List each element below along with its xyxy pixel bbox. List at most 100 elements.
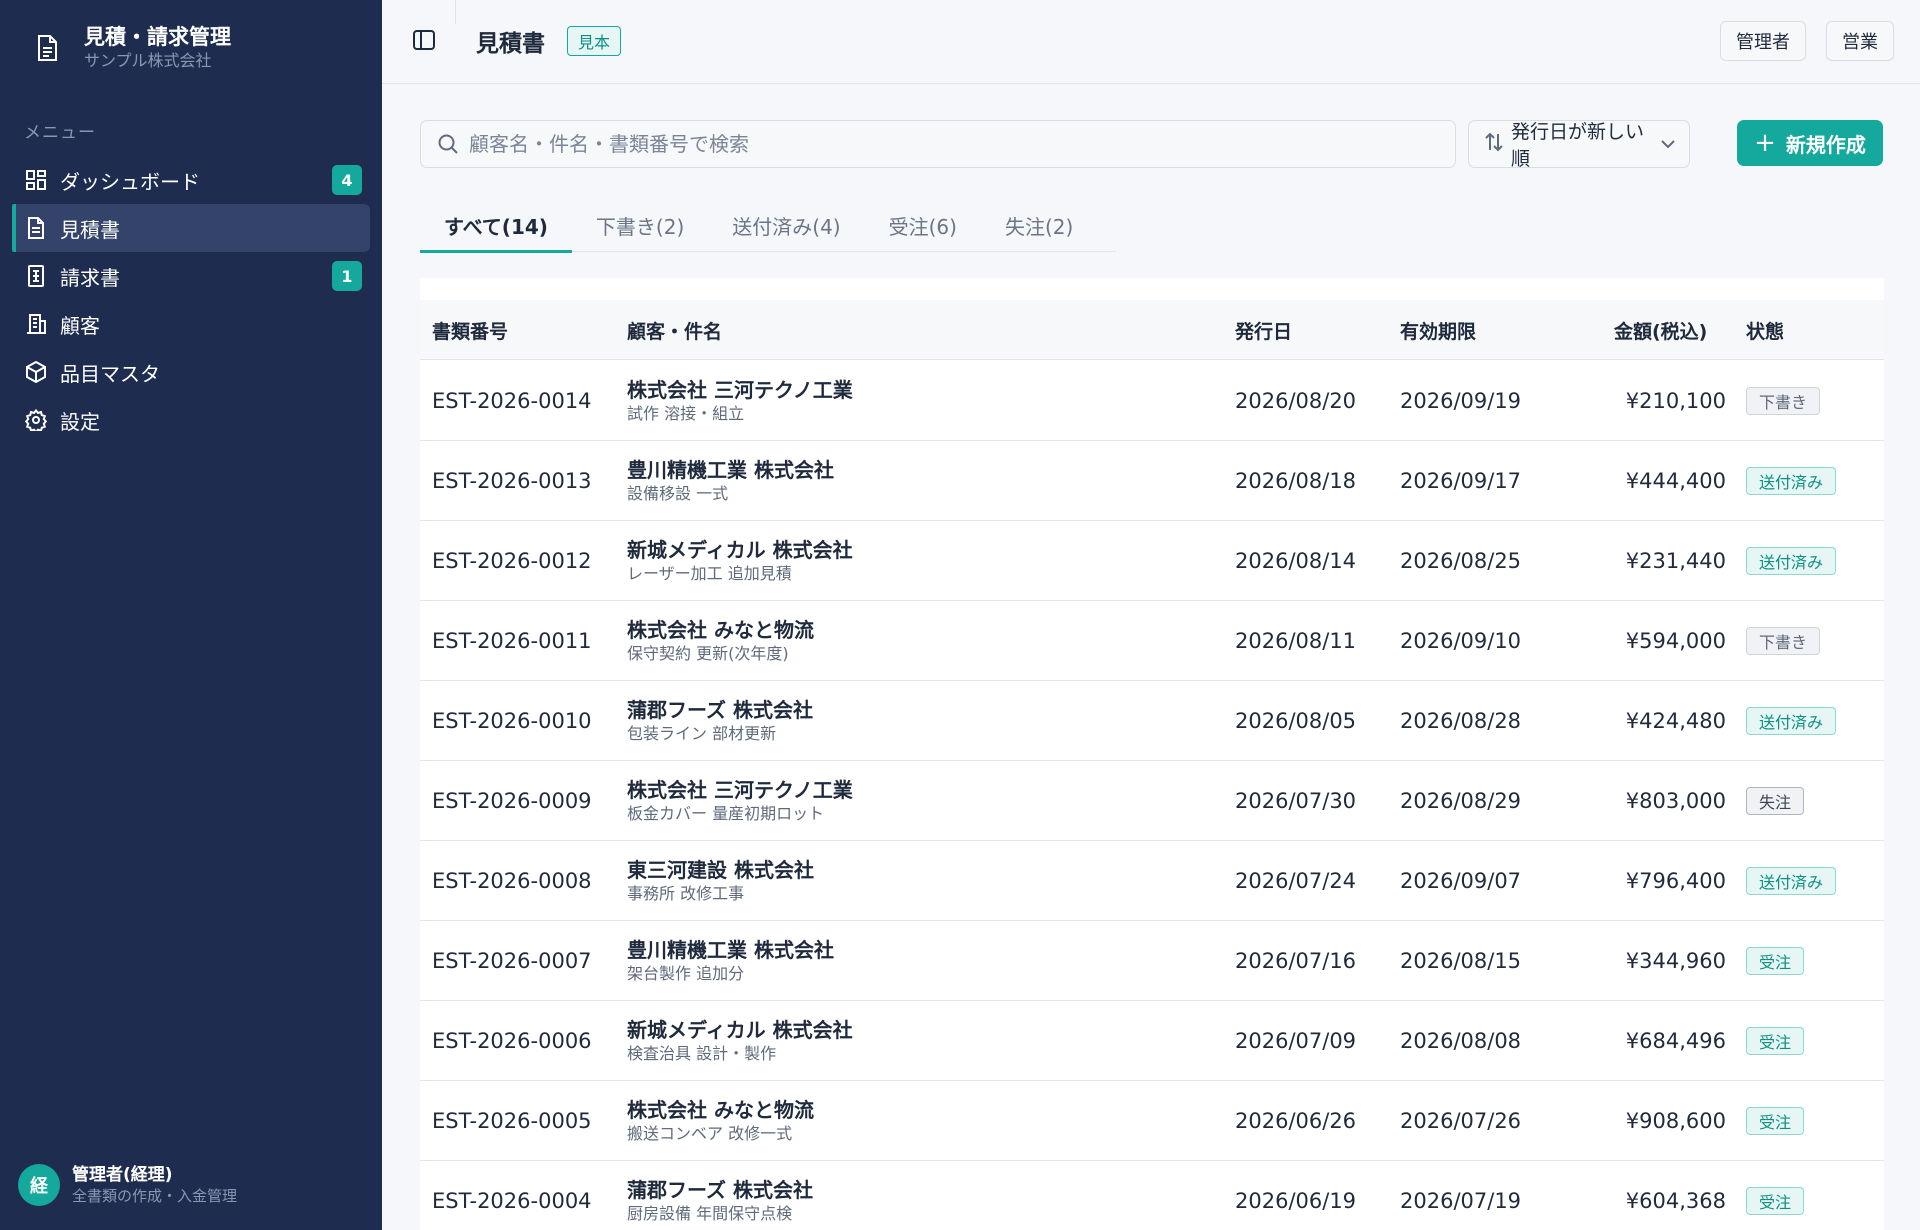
table-row[interactable]: EST-2026-0009 株式会社 三河テクノ工業 板金カバー 量産初期ロット 20… bbox=[420, 761, 1884, 841]
sidebar-item-dashboard[interactable]: ダッシュボード 4 bbox=[12, 156, 370, 204]
role-button-admin[interactable]: 管理者 bbox=[1720, 21, 1806, 61]
company-name: サンプル株式会社 bbox=[84, 51, 212, 70]
amount: ¥210,100 bbox=[1625, 389, 1726, 413]
sidebar-nav: ダッシュボード 4 見積書 請求書 1 顧客 品目マスタ 設定 bbox=[12, 156, 370, 444]
sidebar-item-label: 請求書 bbox=[60, 265, 120, 290]
issue-date: 2026/06/19 bbox=[1235, 1189, 1357, 1213]
search-icon bbox=[437, 133, 459, 155]
sidebar-toggle-button[interactable] bbox=[410, 28, 438, 56]
sample-badge: 見本 bbox=[567, 26, 622, 56]
table-row[interactable]: EST-2026-0004 蒲郡フーズ 株式会社 厨房設備 年間保守点検 2026/0… bbox=[420, 1161, 1884, 1230]
column-header[interactable]: 発行日 bbox=[1235, 300, 1292, 360]
table-row[interactable]: EST-2026-0014 株式会社 三河テクノ工業 試作 溶接・組立 2026/08… bbox=[420, 361, 1884, 441]
sidebar-item-label: 見積書 bbox=[60, 217, 120, 242]
sort-dropdown[interactable]: 発行日が新しい順 bbox=[1468, 120, 1690, 170]
sidebar: 見積・請求管理 サンプル株式会社 メニュー ダッシュボード 4 見積書 請求書 … bbox=[0, 0, 382, 1230]
search-input[interactable] bbox=[469, 132, 1455, 156]
count-badge: 1 bbox=[332, 261, 362, 291]
column-header[interactable]: 状態 bbox=[1746, 300, 1784, 360]
customer-name: 豊川精機工業 株式会社 bbox=[627, 938, 834, 962]
status-cell: 送付済み bbox=[1746, 681, 1837, 761]
status-badge: 下書き bbox=[1746, 627, 1821, 655]
column-header[interactable]: 有効期限 bbox=[1400, 300, 1476, 360]
sidebar-item-estimates[interactable]: 見積書 bbox=[12, 204, 370, 252]
table-row[interactable]: EST-2026-0011 株式会社 みなと物流 保守契約 更新(次年度) 2026/… bbox=[420, 601, 1884, 681]
dashboard-icon bbox=[24, 168, 48, 192]
subject: 設備移設 一式 bbox=[627, 484, 729, 503]
document-number: EST-2026-0008 bbox=[432, 869, 592, 893]
table-row[interactable]: EST-2026-0012 新城メディカル 株式会社 レーザー加工 追加見積 2026… bbox=[420, 521, 1884, 601]
column-header[interactable]: 書類番号 bbox=[432, 300, 508, 360]
amount: ¥796,400 bbox=[1625, 869, 1726, 893]
tab-all[interactable]: すべて(14) bbox=[420, 198, 572, 253]
valid-until: 2026/09/10 bbox=[1400, 629, 1522, 653]
status-badge: 送付済み bbox=[1746, 707, 1837, 735]
column-header[interactable]: 金額(税込) bbox=[1614, 300, 1707, 360]
valid-until: 2026/08/25 bbox=[1400, 549, 1522, 573]
panel-icon bbox=[413, 30, 435, 54]
status-cell: 送付済み bbox=[1746, 521, 1837, 601]
valid-until: 2026/07/19 bbox=[1400, 1189, 1522, 1213]
customer-cell: 株式会社 三河テクノ工業 板金カバー 量産初期ロット bbox=[627, 761, 853, 841]
amount: ¥444,400 bbox=[1625, 469, 1726, 493]
sidebar-item-label: 顧客 bbox=[60, 313, 100, 338]
table-row[interactable]: EST-2026-0008 東三河建設 株式会社 事務所 改修工事 2026/07/2… bbox=[420, 841, 1884, 921]
search-box[interactable] bbox=[420, 120, 1456, 168]
subject: 検査治具 設計・製作 bbox=[627, 1044, 777, 1063]
document-number: EST-2026-0014 bbox=[432, 389, 592, 413]
page-title: 見積書 bbox=[476, 31, 545, 57]
document-number: EST-2026-0009 bbox=[432, 789, 592, 813]
table-row[interactable]: EST-2026-0005 株式会社 みなと物流 搬送コンベア 改修一式 2026/0… bbox=[420, 1081, 1884, 1161]
document-icon bbox=[24, 216, 48, 240]
role-button-sales[interactable]: 営業 bbox=[1826, 21, 1894, 61]
count-badge: 4 bbox=[332, 165, 362, 195]
subject: 厨房設備 年間保守点検 bbox=[627, 1204, 793, 1223]
subject: 包装ライン 部材更新 bbox=[627, 724, 777, 743]
customer-name: 蒲郡フーズ 株式会社 bbox=[627, 698, 813, 722]
tab-sent[interactable]: 送付済み(4) bbox=[708, 198, 864, 252]
status-badge: 下書き bbox=[1746, 387, 1821, 415]
document-number: EST-2026-0007 bbox=[432, 949, 592, 973]
gear-icon bbox=[24, 408, 48, 432]
sidebar-item-settings[interactable]: 設定 bbox=[12, 396, 370, 444]
user-profile[interactable]: 経 管理者(経理) 全書類の作成・入金管理 bbox=[18, 1164, 237, 1206]
table-row[interactable]: EST-2026-0006 新城メディカル 株式会社検査治具 設計・製作 2026/… bbox=[420, 1001, 1884, 1081]
valid-until: 2026/09/19 bbox=[1400, 389, 1522, 413]
tab-draft[interactable]: 下書き(2) bbox=[572, 198, 708, 252]
customer-name: 東三河建設 株式会社 bbox=[627, 858, 814, 882]
customer-cell: 株式会社 みなと物流 搬送コンベア 改修一式 bbox=[627, 1081, 814, 1161]
sidebar-item-items[interactable]: 品目マスタ bbox=[12, 348, 370, 396]
divider bbox=[455, 0, 456, 24]
document-number: EST-2026-0006 bbox=[432, 1029, 592, 1053]
status-badge: 受注 bbox=[1746, 947, 1805, 975]
issue-date: 2026/07/09 bbox=[1235, 1029, 1357, 1053]
column-header[interactable]: 顧客・件名 bbox=[627, 300, 722, 360]
table-row[interactable]: EST-2026-0013 豊川精機工業 株式会社 設備移設 一式 2026/08/1… bbox=[420, 441, 1884, 521]
subject: 搬送コンベア 改修一式 bbox=[627, 1124, 793, 1143]
valid-until: 2026/07/26 bbox=[1400, 1109, 1522, 1133]
table-row[interactable]: EST-2026-0007 豊川精機工業 株式会社 架台製作 追加分 2026/07/… bbox=[420, 921, 1884, 1001]
status-badge: 受注 bbox=[1746, 1107, 1805, 1135]
status-cell: 送付済み bbox=[1746, 441, 1837, 521]
customer-name: 株式会社 三河テクノ工業 bbox=[627, 778, 853, 802]
status-cell: 受注 bbox=[1746, 1081, 1805, 1161]
table-row[interactable]: EST-2026-0010 蒲郡フーズ 株式会社 包装ライン 部材更新 2026/08… bbox=[420, 681, 1884, 761]
plus-icon: + bbox=[1754, 128, 1776, 158]
customer-cell: 株式会社 三河テクノ工業 試作 溶接・組立 bbox=[627, 361, 853, 441]
tab-lost[interactable]: 失注(2) bbox=[981, 198, 1097, 252]
status-cell: 下書き bbox=[1746, 361, 1821, 441]
customer-name: 株式会社 三河テクノ工業 bbox=[627, 378, 853, 402]
sidebar-item-customers[interactable]: 顧客 bbox=[12, 300, 370, 348]
amount: ¥908,600 bbox=[1625, 1109, 1726, 1133]
status-cell: 失注 bbox=[1746, 761, 1805, 841]
new-estimate-button[interactable]: + 新規作成 bbox=[1737, 120, 1883, 166]
sidebar-item-invoices[interactable]: 請求書 1 bbox=[12, 252, 370, 300]
valid-until: 2026/08/28 bbox=[1400, 709, 1522, 733]
tab-won[interactable]: 受注(6) bbox=[865, 198, 981, 252]
customer-cell: 新城メディカル 株式会社 レーザー加工 追加見積 bbox=[627, 521, 853, 601]
valid-until: 2026/09/17 bbox=[1400, 469, 1522, 493]
sort-icon bbox=[1485, 132, 1503, 157]
issue-date: 2026/07/24 bbox=[1235, 869, 1357, 893]
customer-name: 新城メディカル 株式会社 bbox=[627, 1018, 853, 1042]
package-icon bbox=[24, 360, 48, 384]
